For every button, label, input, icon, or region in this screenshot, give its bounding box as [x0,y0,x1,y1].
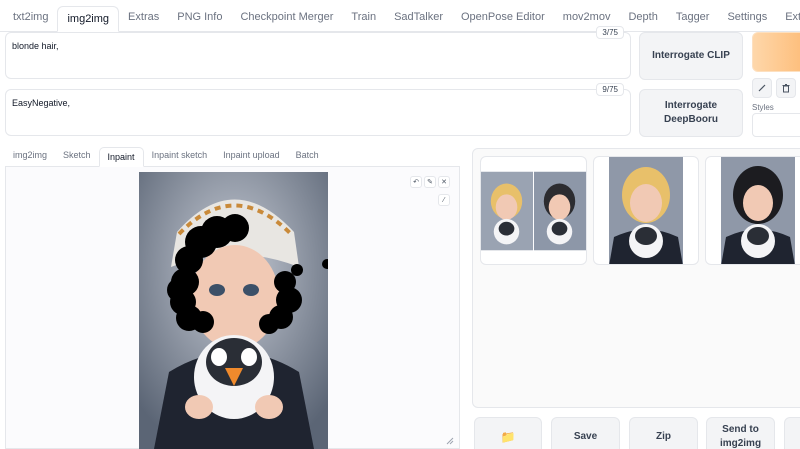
paste-button[interactable] [752,78,772,98]
subtab-inpaint-upload[interactable]: Inpaint upload [215,146,288,166]
output-gallery [472,148,800,408]
prompt-input[interactable]: blonde hair, 3/75 [5,26,631,79]
subtab-inpaint-sketch[interactable]: Inpaint sketch [144,146,216,166]
styles-label: Styles [752,103,774,112]
grid-thumbnail-image [481,171,586,251]
img2img-mode-tabs: img2img Sketch Inpaint Inpaint sketch In… [5,147,460,167]
folder-icon: 📁 [500,430,516,444]
brush-size-icon[interactable]: ⁄ [438,194,450,206]
tab-checkpoint-merger[interactable]: Checkpoint Merger [231,5,342,31]
prompt-token-counter: 3/75 [596,26,624,39]
brush-icon[interactable]: ✎ [424,176,436,188]
negative-prompt-text: EasyNegative, [12,98,71,108]
interrogate-clip-button[interactable]: Interrogate CLIP [639,32,743,80]
tab-train[interactable]: Train [342,5,385,31]
subtab-inpaint[interactable]: Inpaint [98,147,144,167]
tab-extras[interactable]: Extras [119,5,168,31]
send-label-line1: Send to [722,424,759,435]
send-to-img2img-button[interactable]: Send to img2img [706,417,775,449]
trash-icon [782,84,790,93]
subtab-batch[interactable]: Batch [288,146,327,166]
tab-openpose-editor[interactable]: OpenPose Editor [452,5,554,31]
send-to-inpaint-button[interactable] [784,417,800,449]
inpaint-canvas[interactable]: ↶ ✎ ✕ ⁄ [5,167,460,449]
negative-prompt-input[interactable]: EasyNegative, 9/75 [5,83,631,136]
resize-handle-icon[interactable] [446,437,454,445]
interrogate-deepbooru-label-line2: DeepBooru [664,114,718,125]
interrogate-deepbooru-button[interactable]: Interrogate DeepBooru [639,89,743,137]
undo-icon[interactable]: ↶ [410,176,422,188]
negative-prompt-token-counter: 9/75 [596,83,624,96]
thumbnail-2-image [721,157,795,264]
top-tab-bar: txt2img img2img Extras PNG Info Checkpoi… [0,0,800,32]
tab-img2img[interactable]: img2img [57,6,120,32]
tab-png-info[interactable]: PNG Info [168,5,231,31]
send-label-line2: img2img [719,438,762,449]
tab-settings[interactable]: Settings [718,5,776,31]
zip-button[interactable]: Zip [629,417,698,449]
prompt-text: blonde hair, [12,41,59,51]
tab-extensions[interactable]: Extensions [776,5,800,31]
subtab-sketch[interactable]: Sketch [55,146,99,166]
source-image [139,172,328,449]
tab-tagger[interactable]: Tagger [667,5,719,31]
tab-depth[interactable]: Depth [619,5,666,31]
gallery-thumbnail-grid[interactable] [480,156,587,265]
styles-dropdown[interactable] [752,113,800,137]
subtab-img2img[interactable]: img2img [5,146,55,166]
clear-prompt-button[interactable] [776,78,796,98]
pen-icon [758,84,766,92]
save-button[interactable]: Save [551,417,620,449]
thumbnail-1-image [609,157,683,264]
generate-button[interactable] [752,32,800,72]
tab-sadtalker[interactable]: SadTalker [385,5,452,31]
tab-txt2img[interactable]: txt2img [4,5,57,31]
gallery-thumbnail-1[interactable] [593,156,699,265]
open-folder-button[interactable]: 📁 [474,417,542,449]
interrogate-deepbooru-label-line1: Interrogate [664,100,718,111]
gallery-thumbnail-2[interactable] [705,156,800,265]
close-icon[interactable]: ✕ [438,176,450,188]
